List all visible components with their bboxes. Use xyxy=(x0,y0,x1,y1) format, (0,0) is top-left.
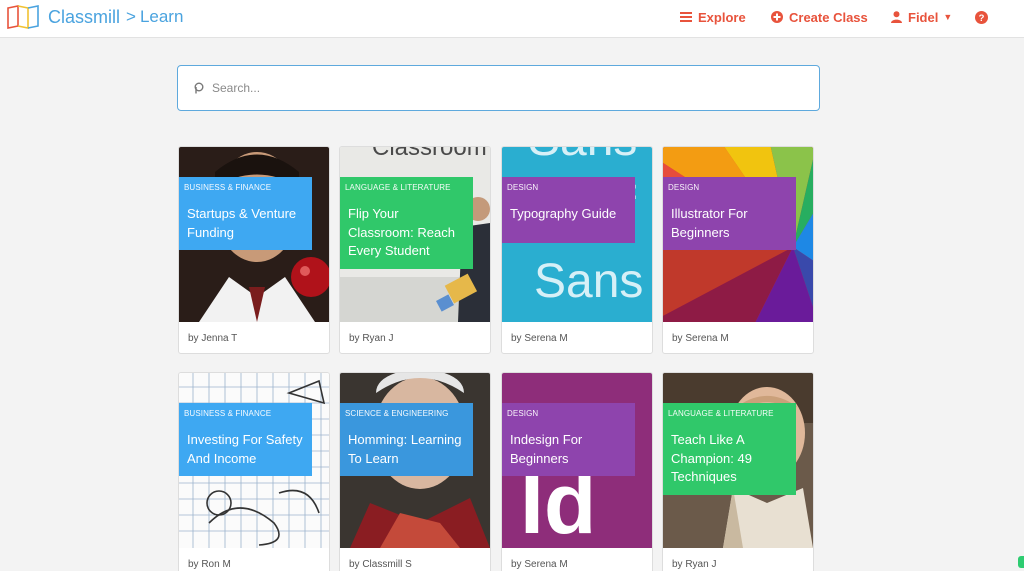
course-card[interactable]: Business & Finance Investing For Safety … xyxy=(178,372,330,571)
course-category: Language & Literature xyxy=(345,183,451,192)
breadcrumb-separator: > xyxy=(126,7,136,26)
course-image-text: Sans xyxy=(534,255,643,308)
brand-name: Classmill xyxy=(48,6,120,27)
breadcrumb-section: Learn xyxy=(139,7,184,26)
explore-link[interactable]: Explore xyxy=(680,0,746,34)
course-label: Business & Finance Investing For Safety … xyxy=(179,403,312,476)
course-author: by Serena M xyxy=(511,559,568,570)
menu-icon xyxy=(680,12,692,22)
course-label: Business & Finance Startups & Venture Fu… xyxy=(179,177,312,250)
top-navbar: Classmill > Learn Explore Create Class F… xyxy=(0,0,1024,38)
course-title: Investing For Safety And Income xyxy=(187,432,303,466)
search-bar[interactable] xyxy=(177,65,820,111)
svg-text:?: ? xyxy=(979,13,985,24)
course-category: Design xyxy=(507,409,539,418)
course-label: Design Illustrator For Beginners xyxy=(663,177,796,250)
course-title: Typography Guide xyxy=(510,206,617,221)
course-author: by Ron M xyxy=(188,559,231,570)
course-card[interactable]: Sans f Sans Design Typography Guide by S… xyxy=(501,146,653,354)
user-icon xyxy=(891,11,902,23)
course-label: Design Typography Guide xyxy=(502,177,635,243)
course-image-text: Classroom xyxy=(372,147,487,161)
course-title: Teach Like A Champion: 49 Techniques xyxy=(671,432,752,484)
brand-home-link[interactable]: Classmill > Learn xyxy=(6,3,183,31)
svg-text:Sans: Sans xyxy=(528,147,637,166)
course-card[interactable]: Id Design Indesign For Beginners by Sere… xyxy=(501,372,653,571)
feedback-tab[interactable] xyxy=(1018,556,1024,568)
course-author: by Ryan J xyxy=(672,559,717,570)
course-category: Business & Finance xyxy=(184,409,272,418)
question-circle-icon: ? xyxy=(975,10,988,24)
help-button[interactable]: ? xyxy=(975,0,994,34)
course-author: by Serena M xyxy=(511,333,568,344)
course-title: Illustrator For Beginners xyxy=(671,206,748,240)
course-author: by Classmill S xyxy=(349,559,412,570)
course-card[interactable]: Classroom Language & Literature Flip You… xyxy=(339,146,491,354)
course-category: Design xyxy=(668,183,700,192)
course-title: Homming: Learning To Learn xyxy=(348,432,462,466)
search-icon xyxy=(194,82,204,94)
plus-circle-icon xyxy=(771,11,783,23)
course-label: Design Indesign For Beginners xyxy=(502,403,635,476)
course-title: Flip Your Classroom: Reach Every Student xyxy=(348,206,455,258)
course-label: Science & Engineering Homming: Learning … xyxy=(340,403,473,476)
create-class-link[interactable]: Create Class xyxy=(771,0,868,34)
course-card[interactable]: Design Illustrator For Beginners by Sere… xyxy=(662,146,814,354)
caret-down-icon: ▼ xyxy=(943,12,953,22)
course-category: Design xyxy=(507,183,539,192)
course-title: Indesign For Beginners xyxy=(510,432,583,466)
course-card[interactable]: Business & Finance Startups & Venture Fu… xyxy=(178,146,330,354)
search-input[interactable] xyxy=(212,81,772,95)
create-class-label: Create Class xyxy=(789,9,868,25)
course-card[interactable]: Language & Literature Teach Like A Champ… xyxy=(662,372,814,571)
course-title: Startups & Venture Funding xyxy=(187,206,297,240)
user-name: Fidel xyxy=(908,9,939,25)
course-author: by Ryan J xyxy=(349,333,394,344)
course-label: Language & Literature Flip Your Classroo… xyxy=(340,177,473,269)
course-label: Language & Literature Teach Like A Champ… xyxy=(663,403,796,495)
course-category: Science & Engineering xyxy=(345,409,449,418)
course-category: Language & Literature xyxy=(668,409,774,418)
course-author: by Serena M xyxy=(672,333,729,344)
book-logo-icon xyxy=(7,5,39,29)
user-menu-dropdown[interactable]: Fidel ▼ xyxy=(891,0,952,34)
explore-label: Explore xyxy=(698,9,746,25)
course-card[interactable]: Science & Engineering Homming: Learning … xyxy=(339,372,491,571)
course-author: by Jenna T xyxy=(188,333,238,344)
course-category: Business & Finance xyxy=(184,183,272,192)
